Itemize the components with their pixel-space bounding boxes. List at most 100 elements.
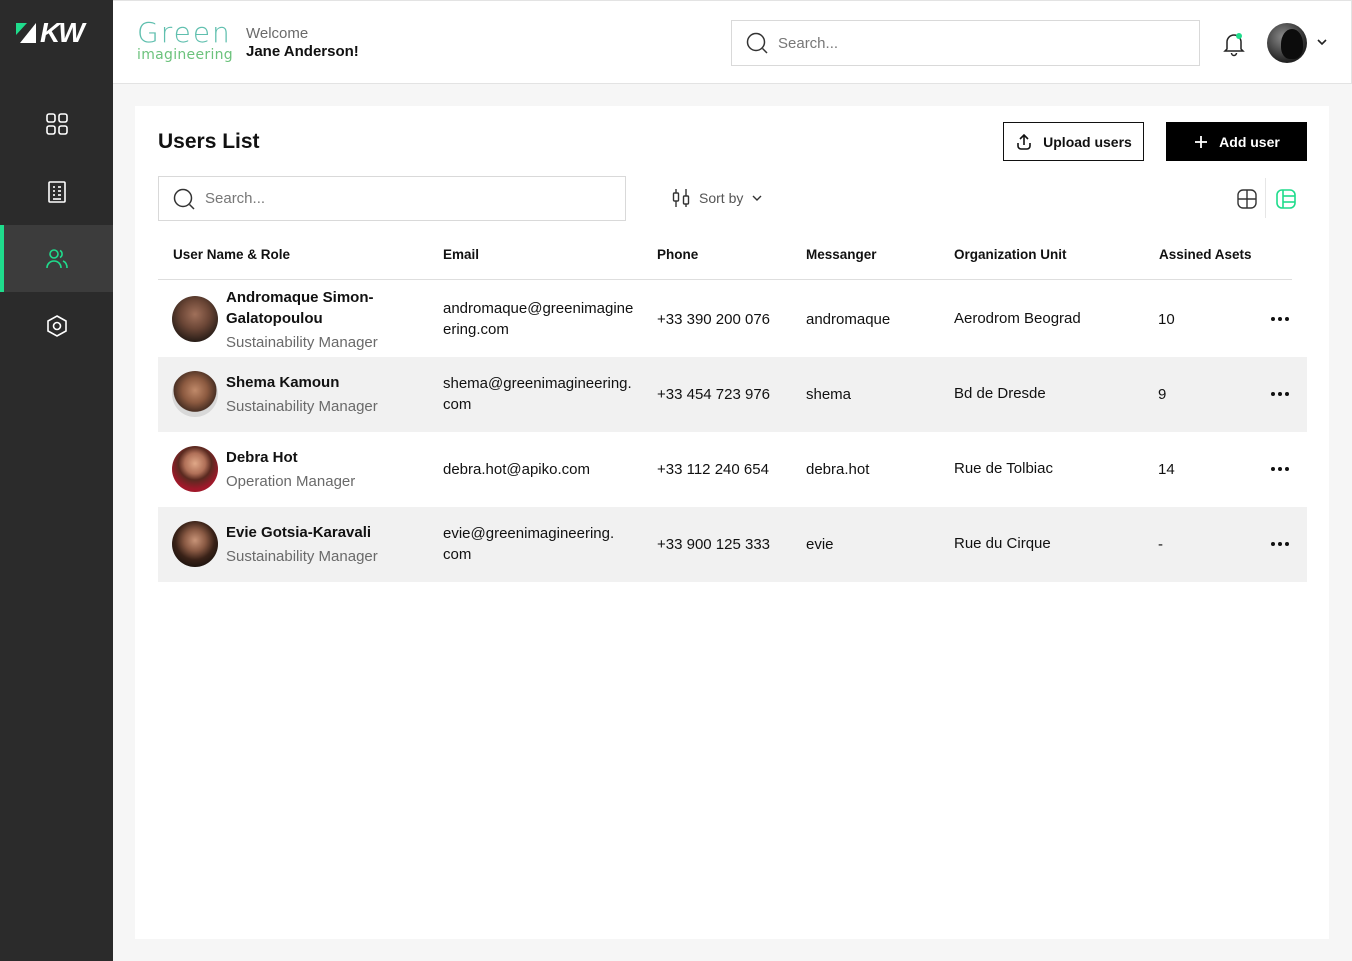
user-cell: Andromaque Simon- Galatopoulou Sustainab… [226, 287, 378, 353]
column-header-messenger[interactable]: Messanger [806, 247, 877, 262]
notifications-button[interactable] [1221, 31, 1247, 57]
header-search[interactable] [731, 20, 1200, 66]
sort-label: Sort by [699, 190, 744, 206]
grid-icon [45, 112, 68, 135]
table-row[interactable]: Andromaque Simon- Galatopoulou Sustainab… [158, 281, 1307, 356]
column-header-phone[interactable]: Phone [657, 247, 698, 262]
user-name: Andromaque Simon- [226, 289, 374, 306]
app-logo[interactable]: KW [16, 17, 98, 48]
bell-icon [1223, 33, 1245, 57]
row-more-icon[interactable] [1270, 539, 1292, 549]
messenger-cell: evie [806, 536, 834, 553]
search-icon [173, 188, 195, 210]
phone-cell: +33 900 125 333 [657, 536, 771, 553]
grid-view-icon [1237, 189, 1257, 209]
sidebar-item-dashboard[interactable] [0, 90, 113, 157]
email-line: com [443, 546, 472, 563]
email-cell: debra.hot@apiko.com [443, 461, 590, 478]
user-cell: Debra Hot Operation Manager [226, 447, 355, 492]
sort-dropdown[interactable]: Sort by [671, 188, 763, 208]
users-icon [45, 248, 68, 268]
row-more-icon[interactable] [1270, 314, 1292, 324]
phone-cell: +33 112 240 654 [657, 461, 769, 478]
search-icon [746, 32, 768, 54]
user-name-cont: Galatopoulou [226, 310, 323, 327]
row-more-icon[interactable] [1270, 464, 1292, 474]
table-row[interactable]: Debra Hot Operation Manager debra.hot@ap… [158, 432, 1307, 507]
upload-users-button[interactable]: Upload users [1003, 122, 1144, 161]
welcome-user-name: Jane Anderson! [246, 43, 359, 60]
email-line: andromaque@greenimagine [443, 300, 634, 317]
assets-cell: 14 [1158, 461, 1175, 478]
email-line: com [443, 396, 472, 413]
messenger-cell: debra.hot [806, 461, 870, 478]
column-header-user[interactable]: User Name & Role [173, 247, 290, 262]
view-toggle-divider [1265, 178, 1266, 218]
user-role: Operation Manager [226, 473, 356, 490]
add-user-button[interactable]: Add user [1166, 122, 1307, 161]
sidebar-item-users[interactable] [0, 225, 113, 292]
assets-cell: 10 [1158, 311, 1175, 328]
profile-avatar[interactable] [1267, 23, 1307, 63]
brand-logo[interactable]: Green imagineering [137, 16, 233, 67]
column-header-org-unit[interactable]: Organization Unit [954, 247, 1067, 262]
column-header-email[interactable]: Email [443, 247, 479, 262]
email-cell: evie@greenimagineering. com [443, 523, 643, 565]
users-search[interactable] [158, 176, 626, 221]
email-line: evie@greenimagineering. [443, 525, 615, 542]
email-cell: shema@greenimagineering. com [443, 373, 643, 415]
upload-icon [1017, 133, 1031, 150]
top-header: Green imagineering Welcome Jane Anderson… [113, 0, 1352, 84]
column-header-assets[interactable]: Assined Asets [1159, 247, 1252, 262]
chevron-down-icon[interactable] [1315, 35, 1329, 49]
sidebar-item-settings[interactable] [0, 292, 113, 359]
list-view-icon [1276, 189, 1296, 209]
upload-users-label: Upload users [1043, 133, 1132, 150]
assets-cell: - [1158, 536, 1163, 553]
brand-logo-bottom: imagineering [137, 47, 233, 63]
org-unit-cell: Rue du Cirque [954, 535, 1051, 552]
page-title: Users List [158, 130, 260, 153]
add-user-label: Add user [1219, 133, 1280, 150]
sidebar-item-reports[interactable] [0, 158, 113, 225]
document-icon [47, 180, 66, 203]
logo-mark-icon [16, 21, 38, 45]
welcome-label: Welcome [246, 25, 309, 42]
brand-logo-top: Green [137, 16, 232, 49]
org-unit-cell: Bd de Dresde [954, 385, 1046, 402]
chevron-down-icon [752, 195, 762, 201]
table-row[interactable]: Shema Kamoun Sustainability Manager shem… [158, 357, 1307, 432]
hexagon-settings-icon [46, 314, 67, 337]
row-more-icon[interactable] [1270, 389, 1292, 399]
grid-view-toggle[interactable] [1234, 186, 1260, 212]
plus-icon [1195, 135, 1208, 148]
list-view-toggle[interactable] [1273, 186, 1299, 212]
table-row[interactable]: Evie Gotsia-Karavali Sustainability Mana… [158, 507, 1307, 582]
messenger-cell: shema [806, 386, 852, 403]
org-unit-cell: Aerodrom Beograd [954, 310, 1081, 327]
user-role: Sustainability Manager [226, 398, 378, 415]
user-cell: Evie Gotsia-Karavali Sustainability Mana… [226, 522, 378, 567]
avatar [172, 371, 218, 417]
phone-cell: +33 390 200 076 [657, 311, 771, 328]
avatar [172, 446, 218, 492]
sidebar: KW [0, 0, 113, 961]
email-line: ering.com [443, 321, 509, 338]
user-role: Sustainability Manager [226, 548, 378, 565]
assets-cell: 9 [1158, 386, 1167, 403]
table-header: User Name & Role Email Phone Messanger O… [158, 240, 1292, 280]
avatar [172, 296, 218, 342]
messenger-cell: andromaque [806, 311, 891, 328]
phone-cell: +33 454 723 976 [657, 386, 771, 403]
logo-text: KW [40, 17, 85, 48]
users-search-input[interactable] [205, 190, 585, 207]
user-name: Debra Hot [226, 449, 298, 466]
avatar [172, 521, 218, 567]
header-search-input[interactable] [778, 34, 1158, 52]
welcome-block: Welcome Jane Anderson! [246, 25, 359, 61]
email-cell: andromaque@greenimagine ering.com [443, 298, 643, 340]
email-line: shema@greenimagineering. [443, 375, 632, 392]
org-unit-cell: Rue de Tolbiac [954, 460, 1053, 477]
user-role: Sustainability Manager [226, 334, 378, 351]
user-cell: Shema Kamoun Sustainability Manager [226, 372, 378, 417]
